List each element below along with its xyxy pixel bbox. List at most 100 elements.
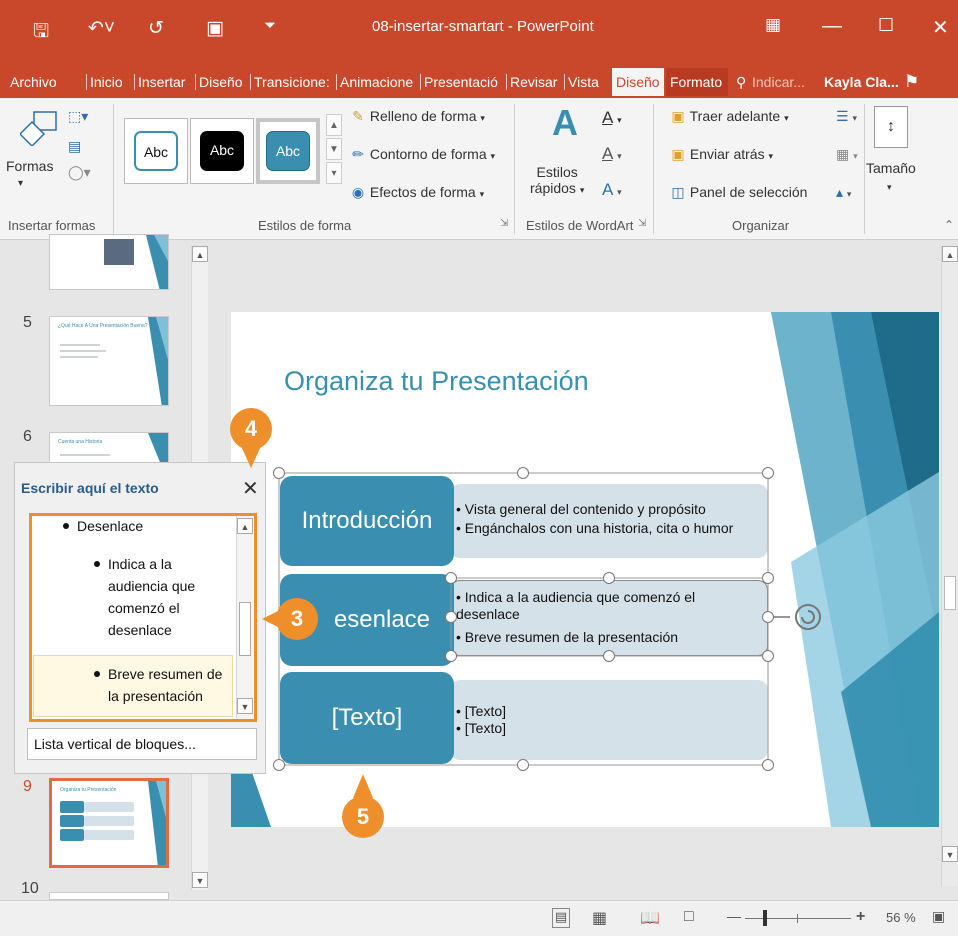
text-pane-item-line[interactable]: desenlace [108, 619, 172, 641]
text-outline-icon[interactable]: A ▾ [602, 144, 622, 164]
tab-revisar[interactable]: Revisar [506, 68, 564, 96]
text-pane-item[interactable]: Desenlace [77, 515, 143, 537]
dialog-launcher-icon[interactable]: ⇲ [500, 218, 508, 229]
slideshow-icon[interactable]: □ [684, 908, 694, 926]
resize-handle[interactable] [762, 467, 774, 479]
zoom-level[interactable]: 56 % [886, 910, 916, 925]
size-dropdown-icon[interactable]: ▾ [887, 182, 892, 193]
text-pane-item-line[interactable]: Breve resumen de [108, 663, 222, 685]
slide-title[interactable]: Organiza tu Presentación [284, 366, 589, 397]
tell-me-search[interactable]: Indicar... [748, 68, 818, 96]
text-pane-item-line[interactable]: Indica a la [108, 553, 172, 575]
customize-icon[interactable]: ⏷ [264, 17, 276, 34]
lightbulb-icon[interactable]: ⚲ [732, 68, 748, 96]
maximize-icon[interactable]: ☐ [878, 15, 894, 36]
zoom-out-icon[interactable]: — [727, 908, 741, 924]
resize-handle[interactable] [603, 650, 615, 662]
text-fill-icon[interactable]: A ▾ [602, 108, 622, 128]
resize-handle[interactable] [445, 572, 457, 584]
shapes-icon[interactable] [20, 108, 60, 146]
slide-thumbnail[interactable]: ¿Qué Hace A Una Presentación Buena? [49, 316, 169, 406]
resize-handle[interactable] [273, 467, 285, 479]
block-label[interactable]: Introducción [280, 476, 454, 566]
shape-effects-button[interactable]: ◉ Efectos de forma ▾ [350, 184, 484, 201]
scroll-down-icon[interactable]: ▼ [942, 846, 958, 862]
scroll-down-icon[interactable]: ▼ [192, 872, 208, 888]
user-account[interactable]: Kayla Cla... [820, 68, 902, 96]
resize-handle[interactable] [517, 467, 529, 479]
block-label[interactable]: [Texto] [280, 672, 454, 764]
save-icon[interactable]: 🖫 [33, 17, 49, 49]
text-pane-item-line[interactable]: comenzó el [108, 597, 180, 619]
edit-shape-icon[interactable]: ⬚▾ [68, 108, 88, 125]
scroll-down-icon[interactable]: ▼ [237, 698, 253, 714]
size-label[interactable]: Tamaño [866, 160, 916, 176]
formas-dropdown-icon[interactable]: ▾ [18, 178, 23, 189]
close-window-icon[interactable]: ✕ [932, 15, 949, 40]
fit-slide-icon[interactable]: ▣ [932, 908, 945, 925]
zoom-in-icon[interactable]: + [856, 908, 865, 926]
tab-inicio[interactable]: Inicio [86, 68, 134, 96]
slide-thumbnail[interactable] [49, 234, 169, 290]
tab-insertar[interactable]: Insertar [134, 68, 195, 96]
text-box-icon[interactable]: ▤ [68, 138, 81, 155]
slide-thumbnail[interactable] [49, 892, 169, 900]
rotate-handle-icon[interactable] [796, 605, 820, 629]
scroll-up-icon[interactable]: ▲ [237, 518, 253, 534]
scroll-up-icon[interactable]: ▲ [192, 246, 208, 262]
minimize-icon[interactable]: — [822, 15, 842, 38]
tab-animaciones[interactable]: Animacione [336, 68, 420, 96]
share-icon[interactable]: ⚑ [900, 68, 926, 96]
tab-diseno[interactable]: Diseño [195, 68, 250, 96]
merge-shapes-icon[interactable]: ◯▾ [68, 164, 91, 181]
tab-transiciones[interactable]: Transicione: [250, 68, 336, 96]
tab-formato[interactable]: Formato [666, 68, 728, 96]
ribbon-display-options-icon[interactable]: ▦ [765, 15, 781, 35]
selection-pane-button[interactable]: ◫ Panel de selección [670, 184, 807, 201]
send-backward-button[interactable]: ▣ Enviar atrás ▾ [670, 146, 773, 163]
gallery-down-icon[interactable]: ▼ [326, 138, 342, 160]
wordart-a-icon[interactable]: A [552, 102, 578, 144]
shape-outline-button[interactable]: ✏ Contorno de forma ▾ [350, 146, 495, 163]
zoom-slider-track[interactable] [745, 918, 851, 919]
scroll-thumb[interactable] [944, 576, 956, 610]
resize-handle[interactable] [762, 572, 774, 584]
shape-style-1[interactable]: Abc [124, 118, 188, 184]
undo-icon[interactable]: ↶˅ [88, 17, 115, 40]
gallery-up-icon[interactable]: ▲ [326, 114, 342, 136]
resize-handle[interactable] [762, 650, 774, 662]
shape-fill-button[interactable]: ✎ Relleno de forma ▾ [350, 108, 485, 125]
tab-vista[interactable]: Vista [564, 68, 610, 96]
text-effects-icon[interactable]: A ▾ [602, 180, 622, 200]
resize-handle[interactable] [517, 759, 529, 771]
rotate-icon[interactable]: ▴ ▾ [836, 184, 851, 201]
resize-handle[interactable] [603, 572, 615, 584]
slide-thumbnail-selected[interactable]: Organiza tu Presentación [49, 778, 169, 868]
repeat-icon[interactable]: ↺ [148, 17, 164, 40]
bring-forward-button[interactable]: ▣ Traer adelante ▾ [670, 108, 788, 125]
shape-style-3-selected[interactable]: Abc [256, 118, 320, 184]
align-icon[interactable]: ☰ ▾ [836, 108, 857, 125]
close-icon[interactable]: ✕ [242, 476, 259, 501]
canvas-scrollbar[interactable]: ▲ ▼ [941, 246, 958, 886]
collapse-ribbon-icon[interactable]: ⌃ [944, 218, 954, 232]
group-objects-icon[interactable]: ▦ ▾ [836, 146, 858, 163]
resize-handle[interactable] [445, 650, 457, 662]
size-icon[interactable]: ↕ [874, 106, 908, 148]
resize-handle[interactable] [273, 759, 285, 771]
smartart-layout-link[interactable]: Lista vertical de bloques... [27, 728, 257, 760]
slide-sorter-icon[interactable]: ▦ [592, 908, 607, 928]
text-pane-item-line[interactable]: la presentación [108, 685, 203, 707]
shape-style-2[interactable]: Abc [190, 118, 254, 184]
tab-diseno-smartart[interactable]: Diseño [612, 68, 664, 96]
gallery-more-icon[interactable]: ▾ [326, 162, 342, 184]
tab-archivo[interactable]: Archivo [6, 68, 86, 96]
dialog-launcher-icon[interactable]: ⇲ [638, 218, 646, 229]
quick-styles-button[interactable]: Estilos rápidos ▾ [530, 164, 584, 196]
normal-view-icon[interactable]: ▤ [552, 908, 570, 928]
text-pane-scrollbar[interactable]: ▲ ▼ [236, 516, 253, 719]
reading-view-icon[interactable]: 📖 [640, 908, 660, 928]
tab-presentacion[interactable]: Presentació [420, 68, 506, 96]
slide-thumbnail[interactable]: Cuenta una Historia [49, 432, 169, 466]
resize-handle[interactable] [445, 611, 457, 623]
